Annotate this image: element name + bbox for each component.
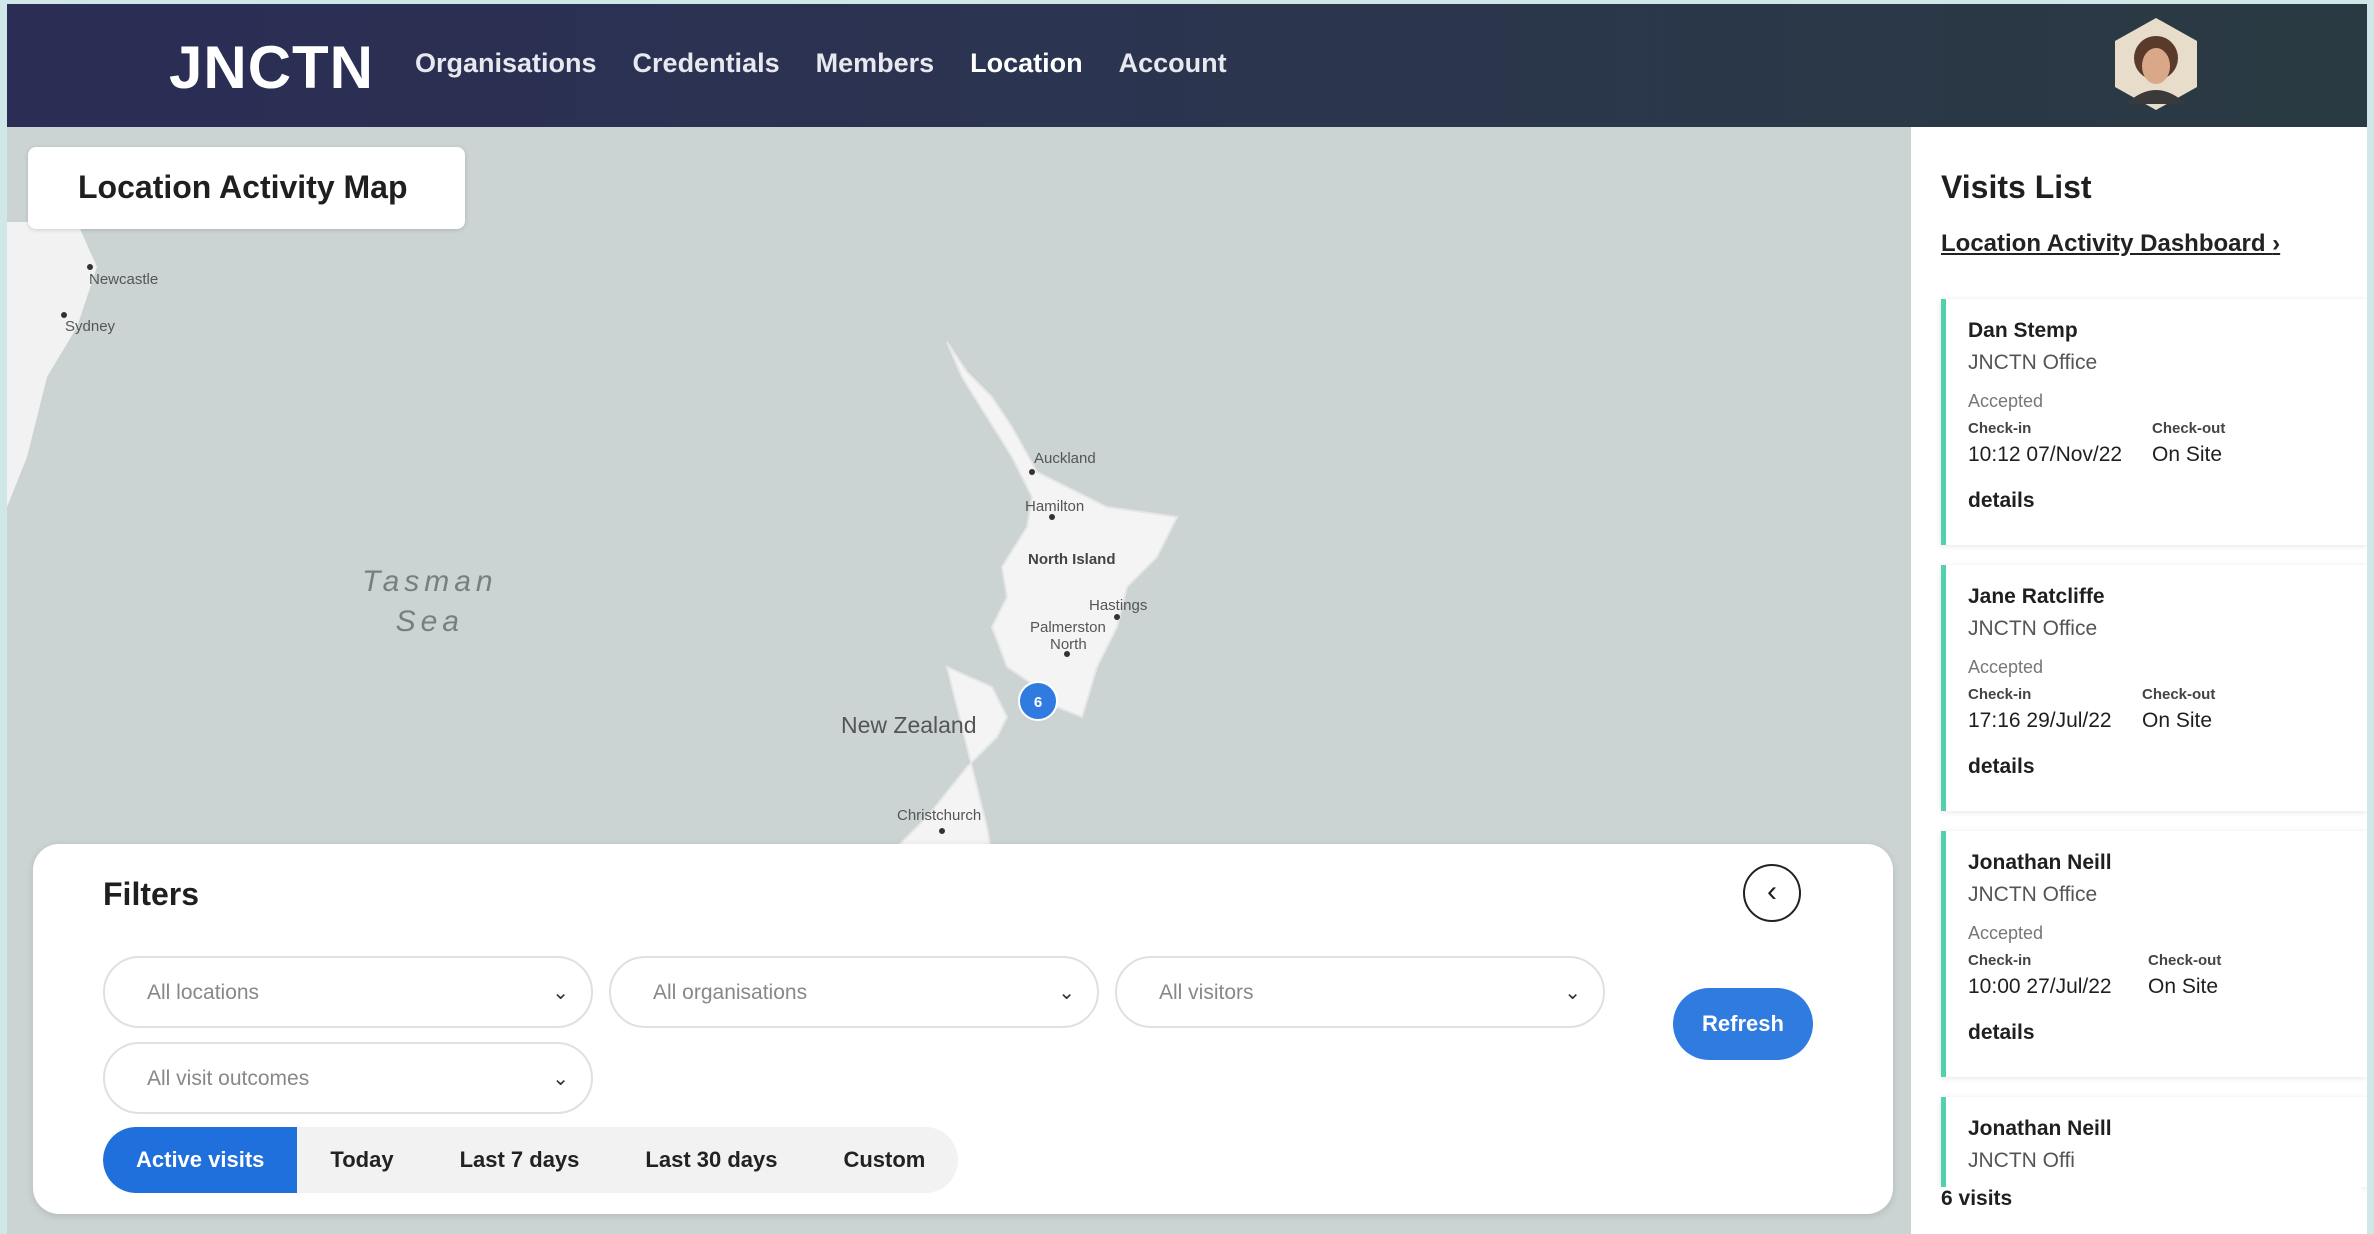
visitors-select[interactable]: All visitors ⌄ (1115, 956, 1605, 1028)
chevron-down-icon: ⌄ (1058, 982, 1075, 1004)
checkin-label: Check-in (1968, 420, 2032, 437)
chevron-down-icon: ⌄ (552, 1068, 569, 1090)
visit-location: JNCTN Office (1968, 351, 2098, 374)
main-nav: Organisations Credentials Members Locati… (415, 48, 1227, 79)
locations-value: All locations (147, 981, 260, 1004)
chevron-left-icon: ‹ (1767, 875, 1777, 908)
label-christchurch: Christchurch (897, 807, 982, 824)
refresh-button[interactable]: Refresh (1673, 988, 1813, 1060)
checkout-value: On Site (2148, 975, 2219, 998)
dashboard-link-label: Location Activity Dashboard (1941, 230, 2266, 257)
visit-card[interactable]: Jane Ratcliffe JNCTN Office Accepted Che… (1941, 565, 2367, 811)
checkout-value: On Site (2152, 443, 2223, 466)
visit-location: JNCTN Office (1968, 883, 2098, 906)
visitor-name: Jane Ratcliffe (1968, 585, 2105, 608)
outcomes-value: All visit outcomes (147, 1067, 310, 1090)
tab-custom[interactable]: Custom (810, 1127, 958, 1193)
label-north: North (1050, 636, 1087, 653)
checkin-value: 17:16 29/Jul/22 (1968, 709, 2112, 732)
label-sea: Sea (395, 605, 464, 638)
tab-last-30-days[interactable]: Last 30 days (612, 1127, 810, 1193)
checkout-label: Check-out (2152, 420, 2226, 437)
tab-last-7-days[interactable]: Last 7 days (427, 1127, 613, 1193)
label-new-zealand: New Zealand (841, 712, 977, 738)
checkout-label: Check-out (2142, 686, 2216, 703)
nav-organisations[interactable]: Organisations (415, 48, 597, 79)
label-hastings: Hastings (1089, 597, 1148, 614)
label-auckland: Auckland (1034, 450, 1096, 467)
label-newcastle: Newcastle (89, 271, 159, 288)
map-title: Location Activity Map (28, 147, 465, 229)
checkout-label: Check-out (2148, 952, 2222, 969)
jnctn-logo[interactable]: JNCTN (169, 32, 374, 102)
nav-members[interactable]: Members (816, 48, 935, 79)
checkin-label: Check-in (1968, 686, 2032, 703)
label-tasman: Tasman (362, 565, 498, 598)
organisations-value: All organisations (653, 981, 808, 1004)
tab-today[interactable]: Today (297, 1127, 426, 1193)
visit-status: Accepted (1968, 391, 2044, 411)
outcomes-select[interactable]: All visit outcomes ⌄ (103, 1042, 593, 1114)
nav-location[interactable]: Location (970, 48, 1083, 79)
visit-location: JNCTN Offi (1968, 1149, 2075, 1172)
visit-card[interactable]: Dan Stemp JNCTN Office Accepted Check-in… (1941, 299, 2367, 545)
label-tasman-sea: Tasman Sea (362, 562, 498, 642)
details-link[interactable]: details (1968, 489, 2035, 513)
visit-location: JNCTN Office (1968, 617, 2098, 640)
visits-sidebar: Visits List Location Activity Dashboard … (1911, 127, 2367, 1234)
filters-panel: Filters ‹ All locations ⌄ All organisati… (33, 844, 1893, 1214)
visitor-name: Jonathan Neill (1968, 1117, 2112, 1140)
visit-status: Accepted (1968, 923, 2044, 943)
label-palmerston: Palmerston (1030, 619, 1106, 636)
visitors-value: All visitors (1159, 981, 1254, 1004)
visit-count: 6 visits (1941, 1187, 2361, 1211)
top-header: JNCTN Organisations Credentials Members … (7, 4, 2367, 127)
details-link[interactable]: details (1968, 1021, 2035, 1045)
label-north-island: North Island (1028, 551, 1116, 568)
nav-credentials[interactable]: Credentials (633, 48, 780, 79)
dashboard-link[interactable]: Location Activity Dashboard › (1941, 230, 2280, 258)
checkin-value: 10:00 27/Jul/22 (1968, 975, 2112, 998)
date-range-tabs: Active visits Today Last 7 days Last 30 … (103, 1127, 959, 1193)
details-link[interactable]: details (1968, 755, 2035, 779)
label-hamilton: Hamilton (1025, 498, 1085, 515)
visits-list-title: Visits List (1941, 169, 2092, 205)
visitor-name: Jonathan Neill (1968, 851, 2112, 874)
cluster-marker[interactable]: 6 (1018, 681, 1058, 721)
label-sydney: Sydney (65, 318, 116, 335)
collapse-button[interactable]: ‹ (1743, 864, 1801, 922)
chevron-down-icon: ⌄ (1564, 982, 1581, 1004)
visit-card[interactable]: Jonathan Neill JNCTN Office Accepted Che… (1941, 831, 2367, 1077)
visit-status: Accepted (1968, 657, 2044, 677)
user-avatar[interactable] (2111, 16, 2201, 112)
app-window: JNCTN Organisations Credentials Members … (7, 4, 2367, 1234)
organisations-select[interactable]: All organisations ⌄ (609, 956, 1099, 1028)
checkin-label: Check-in (1968, 952, 2032, 969)
checkin-value: 10:12 07/Nov/22 (1968, 443, 2123, 466)
visitor-name: Dan Stemp (1968, 319, 2078, 342)
filters-title: Filters (103, 876, 200, 912)
logo-text: JNCTN (169, 33, 375, 101)
checkout-value: On Site (2142, 709, 2213, 732)
chevron-down-icon: ⌄ (552, 982, 569, 1004)
locations-select[interactable]: All locations ⌄ (103, 956, 593, 1028)
tab-active-visits[interactable]: Active visits (103, 1127, 298, 1193)
chevron-right-icon: › (2272, 230, 2281, 257)
nav-account[interactable]: Account (1119, 48, 1227, 79)
visit-card[interactable]: Jonathan Neill JNCTN Offi (1941, 1097, 2367, 1187)
